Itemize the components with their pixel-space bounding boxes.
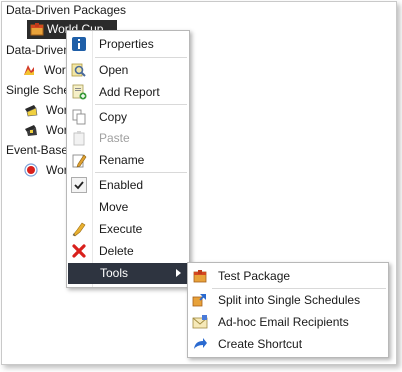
menu-item-label: Rename — [99, 153, 145, 167]
menu-item-label: Ad-hoc Email Recipients — [218, 315, 349, 329]
submenu-item-adhoc-email[interactable]: Ad-hoc Email Recipients — [188, 311, 388, 333]
menu-item-label: Tools — [100, 266, 129, 280]
menu-item-label: Paste — [99, 131, 130, 145]
menu-item-copy[interactable]: Copy — [67, 106, 189, 128]
magnifier-icon — [71, 62, 87, 78]
execute-icon — [71, 221, 87, 237]
context-menu: Properties Open Add Report Copy Paste Re… — [66, 30, 190, 288]
menu-item-move[interactable]: Move — [67, 196, 189, 218]
checkmark-icon — [71, 177, 87, 193]
menu-item-tools[interactable]: Tools — [68, 263, 187, 284]
menu-item-label: Split into Single Schedules — [218, 293, 361, 307]
tree-item-label: Wor — [44, 63, 66, 77]
menu-item-label: Move — [99, 200, 129, 214]
event-schedule-icon — [24, 163, 38, 177]
delete-x-icon — [71, 243, 87, 259]
copy-icon — [71, 109, 87, 125]
package-icon — [192, 268, 208, 284]
submenu-item-create-shortcut[interactable]: Create Shortcut — [188, 333, 388, 355]
menu-item-label: Add Report — [99, 85, 160, 99]
info-icon — [71, 36, 87, 52]
menu-item-label: Delete — [99, 244, 134, 258]
menu-item-delete[interactable]: Delete — [67, 240, 189, 262]
menu-item-properties[interactable]: Properties — [67, 33, 189, 55]
shortcut-icon — [192, 336, 208, 352]
menu-item-label: Properties — [99, 37, 154, 51]
menu-item-open[interactable]: Open — [67, 59, 189, 81]
schedule-clapper-icon — [24, 103, 38, 117]
split-icon — [192, 292, 208, 308]
rename-icon — [71, 152, 87, 168]
tree-group-label: Event-Based — [6, 143, 75, 157]
menu-item-add-report[interactable]: Add Report — [67, 81, 189, 103]
menu-item-paste[interactable]: Paste — [67, 127, 189, 149]
menu-separator — [95, 172, 187, 173]
menu-item-execute[interactable]: Execute — [67, 218, 189, 240]
package-icon — [30, 22, 44, 36]
menu-item-enabled[interactable]: Enabled — [67, 174, 189, 196]
tree-group-label: Data-Driven — [6, 43, 71, 57]
submenu-arrow-icon — [176, 269, 181, 277]
menu-separator — [95, 104, 187, 105]
menu-separator — [95, 57, 187, 58]
submenu-item-split-single-schedules[interactable]: Split into Single Schedules — [188, 289, 388, 311]
menu-item-label: Copy — [99, 110, 128, 124]
menu-item-label: Execute — [99, 222, 143, 236]
paste-icon — [71, 130, 87, 146]
menu-item-label: Create Shortcut — [218, 337, 303, 351]
submenu-item-test-package[interactable]: Test Package — [188, 265, 388, 287]
tree-item-label: Wor — [46, 103, 68, 117]
tree-item-label: Wor — [46, 123, 68, 137]
tree-group-label: Data-Driven Packages — [6, 3, 127, 17]
schedule-clapper-icon — [24, 123, 38, 137]
tree-item-label: Wor — [46, 163, 68, 177]
menu-item-label: Enabled — [99, 178, 144, 192]
data-driven-schedule-icon — [22, 63, 36, 77]
menu-item-label: Test Package — [218, 269, 291, 283]
menu-item-rename[interactable]: Rename — [67, 149, 189, 171]
menu-item-label: Open — [99, 63, 129, 77]
email-icon — [192, 314, 208, 330]
add-report-icon — [71, 84, 87, 100]
tools-submenu: Test Package Split into Single Schedules… — [187, 262, 389, 358]
